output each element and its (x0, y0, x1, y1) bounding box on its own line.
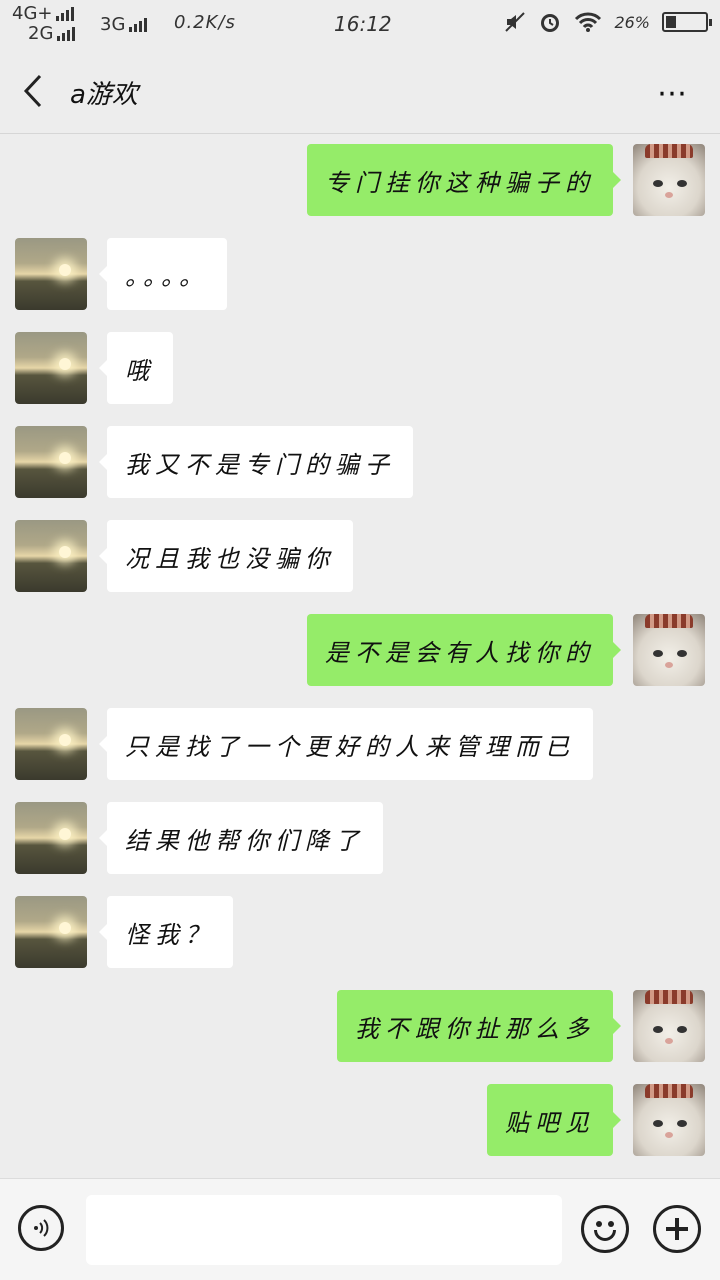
network-indicator: 4G+ 2G (12, 3, 76, 44)
wifi-icon (575, 12, 602, 32)
chat-title: a游欢 (70, 80, 138, 110)
signal-icon (129, 17, 148, 32)
contact-avatar[interactable] (15, 238, 87, 310)
message-bubble[interactable]: 结果他帮你们降了 (99, 802, 383, 874)
battery-percent: 26% (614, 12, 650, 32)
voice-wave-icon (34, 1219, 49, 1237)
network-label-4g: 4G+ (12, 3, 53, 24)
message-bubble[interactable]: 是不是会有人找你的 (307, 614, 621, 686)
my-avatar[interactable] (633, 990, 705, 1062)
more-dots-icon[interactable]: ⋯ (657, 76, 690, 111)
plus-icon[interactable] (653, 1205, 701, 1253)
chevron-left-icon[interactable] (20, 72, 54, 110)
message-bubble[interactable]: 专门挂你这种骗子的 (307, 144, 621, 216)
contact-avatar[interactable] (15, 802, 87, 874)
my-avatar[interactable] (633, 144, 705, 216)
signal-icon (57, 27, 76, 41)
status-icons: 26% (504, 10, 712, 34)
clock: 16:12 (334, 12, 392, 36)
message-input[interactable] (86, 1195, 562, 1265)
contact-avatar[interactable] (15, 520, 87, 592)
network-label-3g: 3G (100, 14, 126, 35)
contact-avatar[interactable] (15, 332, 87, 404)
message-bubble[interactable]: 怪我？ (99, 896, 233, 968)
battery-icon (662, 12, 712, 32)
contact-avatar[interactable] (15, 426, 87, 498)
alarm-icon (541, 14, 560, 32)
message-bubble[interactable]: 只是找了一个更好的人来管理而已 (99, 708, 593, 780)
status-bar: 4G+ 2G 3G 0.2K/s 16:12 26% (0, 0, 720, 48)
message-bubble[interactable]: 贴吧见 (487, 1084, 621, 1156)
chat-header: a游欢 ⋯ (0, 48, 720, 134)
message-bubble[interactable]: 我不跟你扯那么多 (337, 990, 621, 1062)
input-bar (0, 1178, 720, 1280)
mute-icon (505, 12, 526, 32)
emoji-icon[interactable] (581, 1205, 629, 1253)
message-bubble[interactable]: 况且我也没骗你 (99, 520, 353, 592)
my-avatar[interactable] (633, 1084, 705, 1156)
network-speed: 0.2K/s (174, 12, 236, 33)
network-3g: 3G (100, 14, 148, 35)
my-avatar[interactable] (633, 614, 705, 686)
voice-icon[interactable] (18, 1205, 64, 1251)
message-bubble[interactable]: 我又不是专门的骗子 (99, 426, 413, 498)
message-bubble[interactable]: 。。。。 (99, 238, 227, 310)
message-bubble[interactable]: 哦 (99, 332, 173, 404)
contact-avatar[interactable] (15, 896, 87, 968)
signal-icon (56, 7, 75, 21)
network-label-2g: 2G (28, 23, 54, 44)
contact-avatar[interactable] (15, 708, 87, 780)
